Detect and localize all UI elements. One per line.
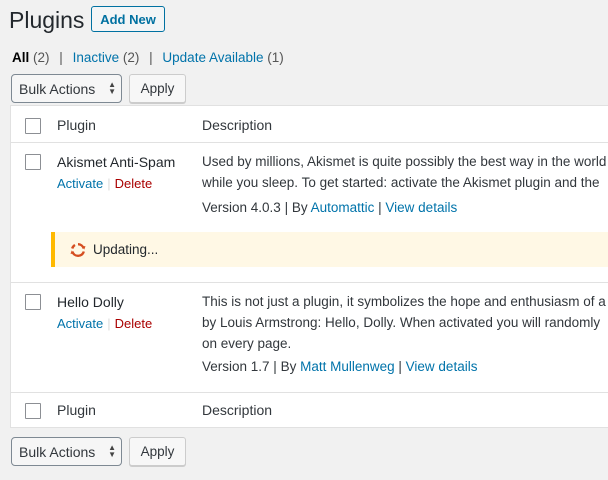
select-arrows-icon: ▲ ▼ xyxy=(108,443,116,459)
plugin-name-hello-dolly: Hello Dolly xyxy=(57,294,124,310)
filter-inactive[interactable]: Inactive xyxy=(73,50,120,65)
select-arrows-icon: ▲ ▼ xyxy=(108,80,116,96)
description-akismet-line2: while you sleep. To get started: activat… xyxy=(202,175,600,190)
by-label: By xyxy=(280,359,297,374)
filter-inactive-count: (2) xyxy=(122,50,140,65)
column-footer-plugin[interactable]: Plugin xyxy=(57,402,96,418)
update-spinner-icon xyxy=(70,242,86,257)
plugin-name-akismet: Akismet Anti-Spam xyxy=(57,154,176,170)
by-label: By xyxy=(291,200,308,215)
row-actions-akismet: Activate | Delete xyxy=(57,176,152,191)
plugin-meta-akismet: Version 4.0.3 | By Automattic | View det… xyxy=(202,200,458,215)
bulk-actions-value: Bulk Actions xyxy=(19,80,96,97)
activate-link-akismet[interactable]: Activate xyxy=(57,176,103,191)
author-link-automattic[interactable]: Automattic xyxy=(311,200,375,215)
page-title: Plugins xyxy=(9,6,85,33)
plugin-version: Version 1.7 xyxy=(202,359,270,374)
column-header-description: Description xyxy=(202,117,273,133)
view-details-link-akismet[interactable]: View details xyxy=(385,200,457,215)
row-checkbox-akismet[interactable] xyxy=(25,154,41,170)
update-notice: Updating... xyxy=(51,232,608,267)
apply-button-top[interactable]: Apply xyxy=(129,74,186,103)
divider xyxy=(11,282,608,283)
filter-separator: | xyxy=(149,50,153,65)
filter-all[interactable]: All xyxy=(12,50,29,65)
plugin-status-filters: All (2) | Inactive (2) | Update Availabl… xyxy=(12,50,284,65)
update-notice-text: Updating... xyxy=(93,242,159,257)
add-new-button[interactable]: Add New xyxy=(91,6,165,32)
apply-button-bottom[interactable]: Apply xyxy=(129,437,186,466)
plugin-version: Version 4.0.3 xyxy=(202,200,281,215)
divider xyxy=(11,392,608,393)
action-separator: | xyxy=(107,176,111,191)
bulk-actions-value: Bulk Actions xyxy=(19,443,96,460)
delete-link-hello-dolly[interactable]: Delete xyxy=(115,316,153,331)
page-title-row: Plugins xyxy=(9,4,84,36)
activate-link-hello-dolly[interactable]: Activate xyxy=(57,316,103,331)
row-actions-hello-dolly: Activate | Delete xyxy=(57,316,152,331)
delete-link-akismet[interactable]: Delete xyxy=(115,176,153,191)
filter-update-available[interactable]: Update Available xyxy=(162,50,263,65)
bulk-actions-select-bottom[interactable]: Bulk Actions ▲ ▼ xyxy=(11,437,122,466)
row-checkbox-hello-dolly[interactable] xyxy=(25,294,41,310)
select-all-checkbox-top[interactable] xyxy=(25,118,41,134)
column-header-plugin[interactable]: Plugin xyxy=(57,117,96,133)
description-hello-dolly-line2: by Louis Armstrong: Hello, Dolly. When a… xyxy=(202,315,601,330)
filter-update-count: (1) xyxy=(267,50,284,65)
filter-separator: | xyxy=(59,50,63,65)
description-hello-dolly-line3: on every page. xyxy=(202,336,292,351)
plugins-table: Plugin Description Akismet Anti-Spam Act… xyxy=(10,105,608,428)
bulk-actions-select-top[interactable]: Bulk Actions ▲ ▼ xyxy=(11,74,122,103)
action-separator: | xyxy=(107,316,111,331)
author-link-matt-mullenweg[interactable]: Matt Mullenweg xyxy=(300,359,395,374)
description-hello-dolly-line1: This is not just a plugin, it symbolizes… xyxy=(202,294,606,309)
column-footer-description: Description xyxy=(202,402,273,418)
select-all-checkbox-bottom[interactable] xyxy=(25,403,41,419)
view-details-link-hello-dolly[interactable]: View details xyxy=(406,359,478,374)
description-akismet-line1: Used by millions, Akismet is quite possi… xyxy=(202,154,607,169)
divider xyxy=(11,142,608,143)
filter-all-count: (2) xyxy=(33,50,50,65)
plugin-meta-hello-dolly: Version 1.7 | By Matt Mullenweg | View d… xyxy=(202,359,478,374)
